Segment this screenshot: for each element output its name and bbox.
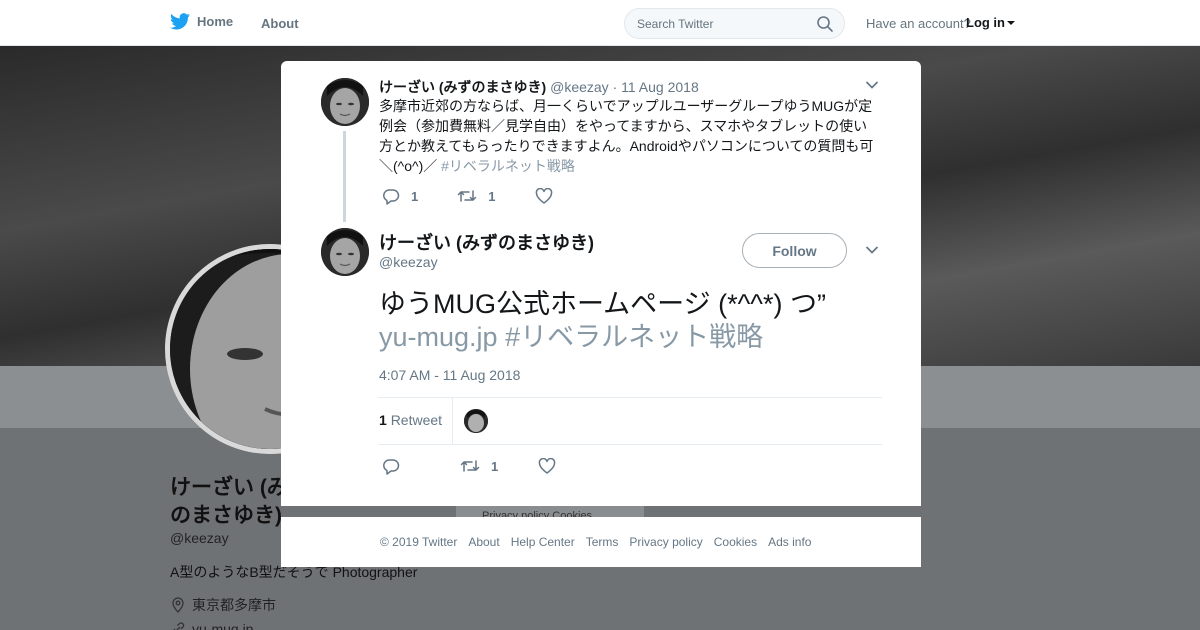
thread-connector-line bbox=[343, 131, 346, 222]
footer-help-link[interactable]: Help Center bbox=[511, 535, 575, 549]
retweeter-avatar[interactable] bbox=[464, 409, 488, 433]
retweet-count: 1 bbox=[491, 458, 499, 474]
profile-handle: @keezay bbox=[170, 530, 229, 546]
separator-dot: · bbox=[612, 79, 618, 95]
footer-about-link[interactable]: About bbox=[468, 535, 499, 549]
retweet-stat[interactable]: 1 Retweet bbox=[379, 412, 442, 428]
nav-about-link[interactable]: About bbox=[261, 16, 299, 31]
parent-tweet-hashtag[interactable]: #リベラルネット戦略 bbox=[441, 158, 575, 174]
avatar-photo bbox=[321, 228, 369, 276]
heart-icon bbox=[538, 458, 556, 474]
tweet-modal: けーざい (みずのまさゆき) @keezay · 11 Aug 2018 多摩市… bbox=[281, 61, 921, 506]
caret-down-icon bbox=[1007, 20, 1015, 25]
reply-icon bbox=[383, 459, 400, 475]
retweet-icon bbox=[460, 460, 480, 472]
reply-count: 1 bbox=[411, 188, 419, 204]
search-icon[interactable] bbox=[816, 15, 834, 33]
like-button[interactable] bbox=[535, 188, 553, 204]
parent-tweet-header: けーざい (みずのまさゆき) @keezay · 11 Aug 2018 bbox=[379, 77, 699, 97]
retweet-button[interactable]: 1 bbox=[457, 188, 495, 204]
retweet-stat-label: Retweet bbox=[390, 412, 443, 428]
have-account-text: Have an account? bbox=[866, 16, 971, 31]
nav-home-label: Home bbox=[197, 14, 234, 29]
retweet-count: 1 bbox=[488, 188, 496, 204]
login-button[interactable]: Log in bbox=[966, 15, 1015, 30]
follow-button[interactable]: Follow bbox=[742, 233, 847, 268]
avatar-photo bbox=[464, 409, 488, 433]
nav-home-link[interactable]: Home bbox=[170, 13, 233, 30]
reply-icon bbox=[383, 189, 400, 205]
main-tweet-actions: 1 bbox=[382, 457, 556, 475]
main-tweet-avatar[interactable] bbox=[321, 228, 369, 276]
search-box[interactable]: Search Twitter bbox=[624, 8, 845, 39]
parent-tweet-actions: 1 1 bbox=[382, 187, 553, 205]
avatar-photo bbox=[321, 78, 369, 126]
parent-tweet-author-name[interactable]: けーざい (みずのまさゆき) bbox=[379, 79, 546, 95]
profile-location: 東京都多摩市 bbox=[170, 595, 276, 615]
parent-tweet-date[interactable]: 11 Aug 2018 bbox=[621, 79, 699, 95]
footer-privacy-link[interactable]: Privacy policy bbox=[629, 535, 702, 549]
profile-url-text[interactable]: yu-mug.jp bbox=[192, 621, 253, 630]
profile-location-text: 東京都多摩市 bbox=[192, 597, 276, 613]
tweet-stats: 1 Retweet bbox=[378, 397, 882, 445]
footer-terms-link[interactable]: Terms bbox=[586, 535, 619, 549]
main-tweet-text: ゆうMUG公式ホームページ (*^^*) つ” yu-mug.jp #リベラルネ… bbox=[379, 288, 879, 354]
reply-button[interactable]: 1 bbox=[382, 187, 418, 205]
main-tweet-author-name[interactable]: けーざい (みずのまさゆき) bbox=[379, 229, 594, 255]
parent-tweet-avatar[interactable] bbox=[321, 78, 369, 126]
retweet-stat-count: 1 bbox=[379, 412, 387, 428]
footer-ads-link[interactable]: Ads info bbox=[768, 535, 811, 549]
main-tweet-author-handle[interactable]: @keezay bbox=[379, 254, 438, 270]
parent-tweet-text: 多摩市近郊の方ならば、月一くらいでアップルユーザーグループゆうMUGが定例会（参… bbox=[379, 96, 879, 176]
heart-icon bbox=[536, 188, 553, 204]
like-button[interactable] bbox=[538, 458, 556, 474]
chevron-down-icon[interactable] bbox=[865, 245, 879, 255]
twitter-bird-icon bbox=[170, 13, 190, 30]
main-tweet-link[interactable]: yu-mug.jp bbox=[379, 322, 498, 352]
footer-copyright: © 2019 Twitter bbox=[380, 535, 458, 549]
main-tweet-body: ゆうMUG公式ホームページ (*^^*) つ” bbox=[379, 289, 826, 319]
main-tweet-timestamp[interactable]: 4:07 AM - 11 Aug 2018 bbox=[379, 367, 520, 383]
close-icon[interactable] bbox=[1154, 12, 1178, 36]
stats-divider bbox=[452, 398, 453, 444]
retweet-button[interactable]: 1 bbox=[460, 458, 498, 474]
location-pin-icon bbox=[172, 597, 184, 613]
login-label: Log in bbox=[966, 15, 1005, 30]
retweet-icon bbox=[457, 190, 477, 202]
reply-button[interactable] bbox=[382, 457, 400, 475]
main-tweet-hashtag[interactable]: #リベラルネット戦略 bbox=[505, 322, 763, 352]
chevron-down-icon[interactable] bbox=[865, 80, 879, 90]
search-input[interactable]: Search Twitter bbox=[637, 17, 713, 31]
modal-footer: © 2019 Twitter About Help Center Terms P… bbox=[281, 517, 921, 567]
link-icon bbox=[173, 622, 185, 630]
top-navigation: Home About Search Twitter Have an accoun… bbox=[0, 0, 1200, 46]
footer-cookies-link[interactable]: Cookies bbox=[714, 535, 757, 549]
profile-url[interactable]: yu-mug.jp bbox=[170, 621, 253, 630]
parent-tweet-author-handle[interactable]: @keezay bbox=[550, 79, 609, 95]
